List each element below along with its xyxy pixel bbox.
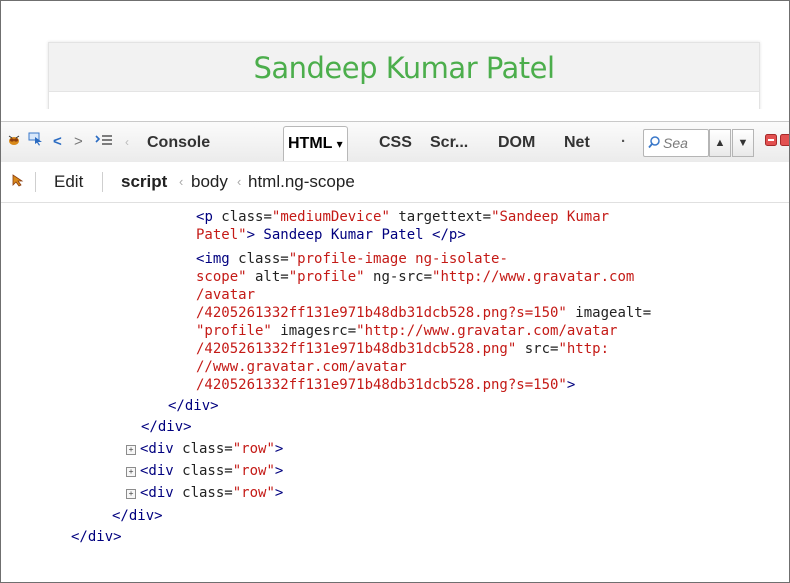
search-prev-button[interactable]: ▲ (709, 129, 731, 157)
devtools-panel: < > ‹ Console HTML ▾ CSS Scr... DOM Net … (1, 109, 789, 582)
code-line[interactable]: scope" alt="profile" ng-src="http://www.… (196, 268, 634, 286)
code-line-collapsed[interactable]: + <div class="row"> (126, 440, 283, 458)
tab-net[interactable]: Net (560, 128, 594, 158)
tab-dom[interactable]: DOM (494, 128, 539, 158)
screenshot-frame: Sandeep Kumar Patel < > ‹ Console HTML ▾… (0, 0, 790, 583)
close-icon[interactable] (780, 122, 789, 162)
tab-html-label: HTML (288, 135, 333, 152)
tab-console[interactable]: Console (143, 128, 214, 158)
code-line[interactable]: /4205261332ff131e971b48db31dcb528.png?s=… (196, 304, 651, 322)
page-viewport: Sandeep Kumar Patel (1, 1, 789, 114)
expand-icon[interactable]: + (126, 467, 136, 477)
search-placeholder: Sea (663, 135, 688, 151)
inspect-element-icon[interactable] (28, 122, 46, 162)
search-input[interactable]: Sea (643, 129, 709, 157)
forward-arrow-icon[interactable]: > (74, 122, 88, 162)
breadcrumb-divider (102, 172, 103, 192)
code-line[interactable]: </div> (71, 528, 122, 546)
code-line-collapsed[interactable]: + <div class="row"> (126, 484, 283, 502)
minimize-icon[interactable] (765, 122, 777, 162)
back-arrow-icon[interactable]: < (53, 122, 67, 162)
expand-icon[interactable]: + (126, 489, 136, 499)
breadcrumb-separator-icon: ‹ (179, 174, 184, 189)
tab-css[interactable]: CSS (375, 128, 416, 158)
command-line-icon[interactable] (95, 122, 117, 162)
breadcrumb-item-body[interactable]: body (191, 162, 228, 202)
code-line-collapsed[interactable]: + <div class="row"> (126, 462, 283, 480)
profile-card: Sandeep Kumar Patel (48, 42, 760, 114)
tab-script[interactable]: Scr... (426, 128, 472, 158)
html-tree: <p class="mediumDevice" targettext="Sand… (1, 205, 789, 582)
inspect-toggle-icon[interactable] (11, 162, 25, 202)
breadcrumb-item-script[interactable]: script (121, 162, 167, 202)
code-line[interactable]: <p class="mediumDevice" targettext="Sand… (196, 208, 609, 226)
profile-card-header: Sandeep Kumar Patel (49, 43, 759, 92)
code-line[interactable]: Patel"> Sandeep Kumar Patel </p> (196, 226, 466, 244)
code-line[interactable]: /4205261332ff131e971b48db31dcb528.png?s=… (196, 376, 575, 394)
code-line[interactable]: <img class="profile-image ng-isolate- (196, 250, 508, 268)
code-line[interactable]: //www.gravatar.com/avatar (196, 358, 407, 376)
code-line[interactable]: /avatar (196, 286, 255, 304)
code-line[interactable]: </div> (141, 418, 192, 436)
tabs-scroll-left-icon[interactable]: ‹ (125, 122, 135, 162)
breadcrumb: Edit script ‹ body ‹ html.ng-scope (1, 162, 789, 203)
more-tabs-icon[interactable]: · (621, 122, 631, 162)
search-icon (648, 130, 661, 156)
firebug-icon[interactable] (7, 122, 25, 162)
chevron-down-icon[interactable]: ▾ (337, 137, 343, 151)
breadcrumb-item-html[interactable]: html.ng-scope (248, 162, 355, 202)
expand-icon[interactable]: + (126, 445, 136, 455)
page-title: Sandeep Kumar Patel (253, 51, 555, 85)
breadcrumb-separator-icon: ‹ (237, 174, 242, 189)
code-line[interactable]: </div> (168, 397, 219, 415)
tab-html[interactable]: HTML ▾ (283, 126, 348, 161)
code-line[interactable]: /4205261332ff131e971b48db31dcb528.png" s… (196, 340, 609, 358)
search-next-button[interactable]: ▼ (732, 129, 754, 157)
devtools-toolbar: < > ‹ Console HTML ▾ CSS Scr... DOM Net … (1, 121, 789, 163)
breadcrumb-divider (35, 172, 36, 192)
edit-button[interactable]: Edit (54, 162, 83, 202)
code-line[interactable]: "profile" imagesrc="http://www.gravatar.… (196, 322, 617, 340)
code-line[interactable]: </div> (112, 507, 163, 525)
